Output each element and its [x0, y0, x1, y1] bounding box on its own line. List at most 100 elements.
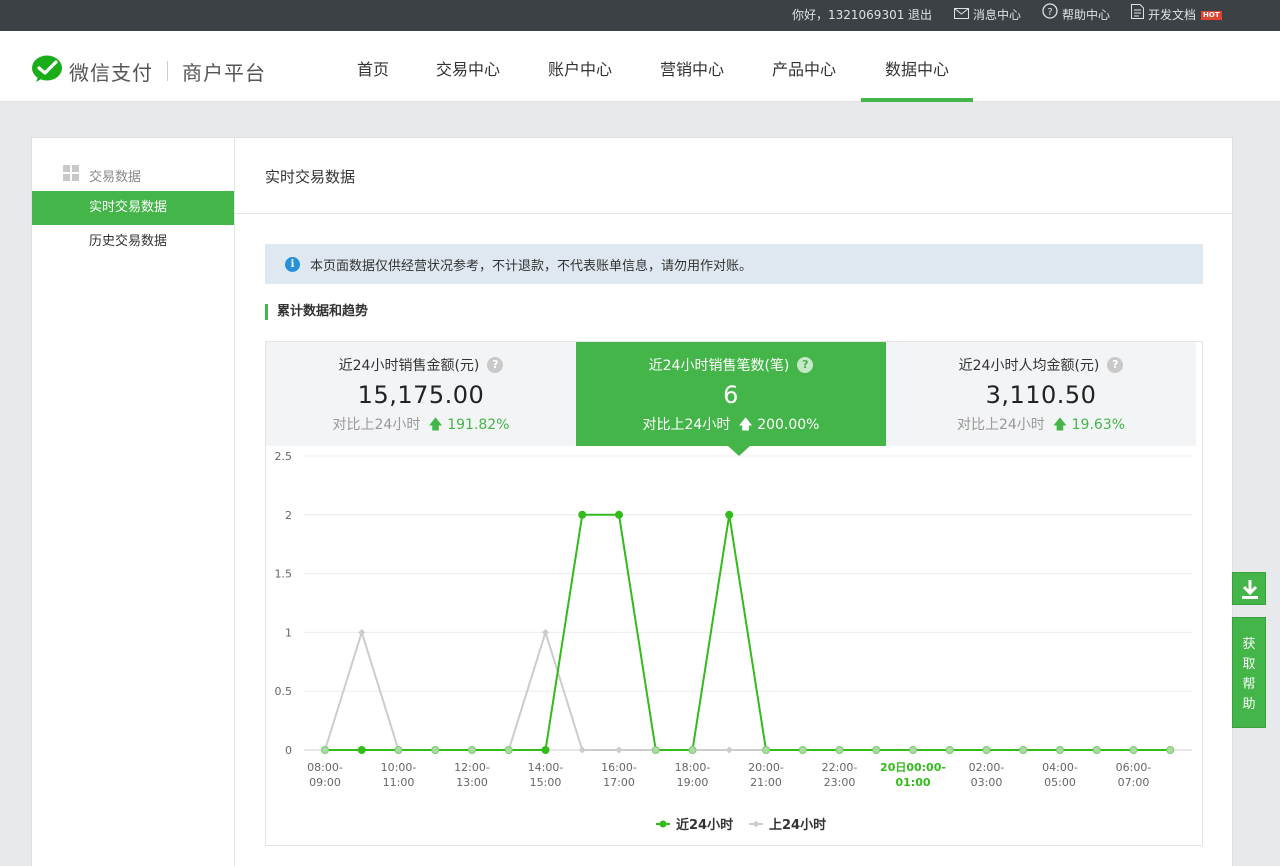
help-link[interactable]: ? 帮助中心 — [1042, 0, 1110, 31]
compare-label: 对比上24小时 — [642, 417, 731, 433]
sidebar-group: 交易数据 — [63, 165, 141, 185]
wechat-pay-logo-icon — [31, 55, 63, 87]
x-tick-label: 05:00 — [1044, 776, 1076, 789]
get-help-button[interactable]: 获取帮助 — [1232, 617, 1266, 728]
greeting: 你好，1321069301 — [792, 8, 905, 22]
messages-link[interactable]: 消息中心 — [954, 0, 1021, 31]
data-point-recent — [982, 746, 991, 754]
help-icon: ? — [1042, 0, 1058, 31]
brand-name: 微信支付 — [69, 60, 153, 85]
arrow-up-icon: 🡅 — [1052, 417, 1068, 433]
x-tick-label: 08:00- — [307, 761, 343, 774]
legend-marker-previous — [752, 820, 760, 828]
download-button[interactable] — [1232, 572, 1266, 605]
data-point-recent — [651, 746, 660, 754]
x-tick-label: 19:00 — [677, 776, 709, 789]
change-value: 200.00% — [757, 417, 820, 433]
x-tick-label: 21:00 — [750, 776, 782, 789]
document-icon — [1131, 0, 1144, 31]
data-point-recent — [321, 746, 329, 754]
question-icon[interactable]: ? — [797, 357, 814, 373]
download-icon — [1233, 580, 1267, 610]
stat-label: 近24小时销售金额(元) — [338, 358, 480, 374]
stat-value: 15,175.00 — [357, 381, 485, 409]
nav-products[interactable]: 产品中心 — [761, 31, 847, 102]
data-point-recent — [725, 510, 734, 519]
stats-card: 近24小时销售金额(元)? 15,175.00 对比上24小时 🡅 191.82%… — [265, 341, 1203, 846]
header: 微信支付 商户平台 首页 交易中心 账户中心 营销中心 产品中心 数据中心 — [0, 31, 1280, 102]
main-panel: 交易数据 实时交易数据 历史交易数据 实时交易数据 i 本页面数据仅供经营状况参… — [31, 137, 1233, 866]
data-point-recent — [835, 746, 844, 754]
x-tick-label: 22:00- — [822, 761, 858, 774]
y-tick-label: 0.5 — [275, 685, 293, 698]
data-point-recent — [541, 746, 550, 754]
trend-chart: 0 0.5 1 1.5 2 2.5 08:00- 09:00 10:00- 11:00 12:00-… — [275, 450, 1192, 833]
nav-account[interactable]: 账户中心 — [537, 31, 623, 102]
get-help-label: 获取帮助 — [1242, 637, 1256, 712]
data-point-recent — [431, 746, 440, 754]
hot-badge: HOT — [1201, 11, 1222, 20]
logout-link[interactable]: 退出 — [908, 0, 932, 31]
mail-icon — [954, 0, 969, 31]
logo-divider — [167, 61, 168, 81]
sidebar-item-realtime[interactable]: 实时交易数据 — [32, 191, 234, 225]
data-point-recent — [1129, 746, 1138, 754]
sidebar-group-label: 交易数据 — [89, 169, 142, 185]
legend-label-previous: 上24小时 — [769, 817, 826, 833]
compare-label: 对比上24小时 — [332, 417, 421, 433]
content-area: 实时交易数据 i 本页面数据仅供经营状况参考，不计退款，不代表账单信息，请勿用作… — [235, 138, 1233, 866]
data-point-recent — [468, 746, 476, 754]
stat-avg-amount[interactable]: 近24小时人均金额(元)? 3,110.50 对比上24小时 🡅 19.63% — [886, 342, 1196, 446]
data-point-recent — [578, 510, 587, 519]
data-point-previous — [725, 746, 733, 754]
y-tick-label: 1 — [285, 626, 292, 639]
arrow-up-icon: 🡅 — [738, 417, 753, 433]
nav-transactions[interactable]: 交易中心 — [425, 31, 511, 102]
logo[interactable]: 微信支付 商户平台 — [31, 55, 266, 87]
x-tick-label: 07:00 — [1118, 776, 1150, 789]
y-tick-label: 0 — [285, 744, 292, 757]
platform-name: 商户平台 — [182, 60, 266, 85]
nav-home[interactable]: 首页 — [340, 31, 406, 102]
x-tick-label: 16:00- — [601, 761, 637, 774]
notice-banner: i 本页面数据仅供经营状况参考，不计退款，不代表账单信息，请勿用作对账。 — [265, 244, 1203, 284]
docs-link[interactable]: 开发文档 HOT — [1131, 0, 1222, 31]
x-tick-label: 02:00- — [969, 761, 1005, 774]
stat-sales-count[interactable]: 近24小时销售笔数(笔)? 6 对比上24小时 🡅 200.00% — [576, 342, 886, 446]
grid-icon — [63, 165, 79, 185]
question-icon[interactable]: ? — [1107, 357, 1124, 373]
data-point-previous — [578, 746, 586, 754]
arrow-up-icon: 🡅 — [428, 417, 443, 433]
x-tick-label: 20:00- — [748, 761, 784, 774]
y-tick-label: 1.5 — [275, 568, 293, 581]
compare-label: 对比上24小时 — [956, 417, 1045, 433]
question-icon[interactable]: ? — [487, 357, 504, 373]
stat-sales-amount[interactable]: 近24小时销售金额(元)? 15,175.00 对比上24小时 🡅 191.82% — [266, 342, 576, 446]
y-tick-label: 2 — [285, 509, 292, 522]
data-point-recent — [394, 746, 403, 754]
x-tick-label: 06:00- — [1116, 761, 1152, 774]
stat-label: 近24小时销售笔数(笔) — [648, 358, 790, 374]
x-tick-label: 17:00 — [603, 776, 635, 789]
stat-value: 3,110.50 — [985, 381, 1097, 409]
section-title: 累计数据和趋势 — [265, 304, 368, 320]
data-point-recent — [1166, 746, 1175, 754]
change-value: 191.82% — [447, 417, 510, 433]
nav-data[interactable]: 数据中心 — [861, 31, 973, 102]
x-tick-label: 13:00 — [456, 776, 488, 789]
sidebar-item-history[interactable]: 历史交易数据 — [32, 225, 234, 259]
data-point-recent — [1092, 746, 1101, 754]
svg-text:?: ? — [1047, 7, 1052, 18]
x-tick-label: 14:00- — [528, 761, 564, 774]
x-tick-label: 04:00- — [1042, 761, 1078, 774]
data-point-recent — [872, 746, 881, 754]
data-point-recent — [909, 746, 917, 754]
stat-label: 近24小时人均金额(元) — [958, 358, 1100, 374]
x-tick-label: 18:00- — [675, 761, 711, 774]
top-bar: 你好，1321069301 退出 消息中心 ? 帮助中心 开发文档 HOT — [0, 0, 1280, 31]
nav-marketing[interactable]: 营销中心 — [649, 31, 735, 102]
info-icon: i — [285, 256, 300, 272]
x-tick-label: 03:00 — [971, 776, 1003, 789]
x-tick-label: 20日00:00- — [880, 761, 946, 774]
legend-label-recent: 近24小时 — [676, 817, 733, 833]
